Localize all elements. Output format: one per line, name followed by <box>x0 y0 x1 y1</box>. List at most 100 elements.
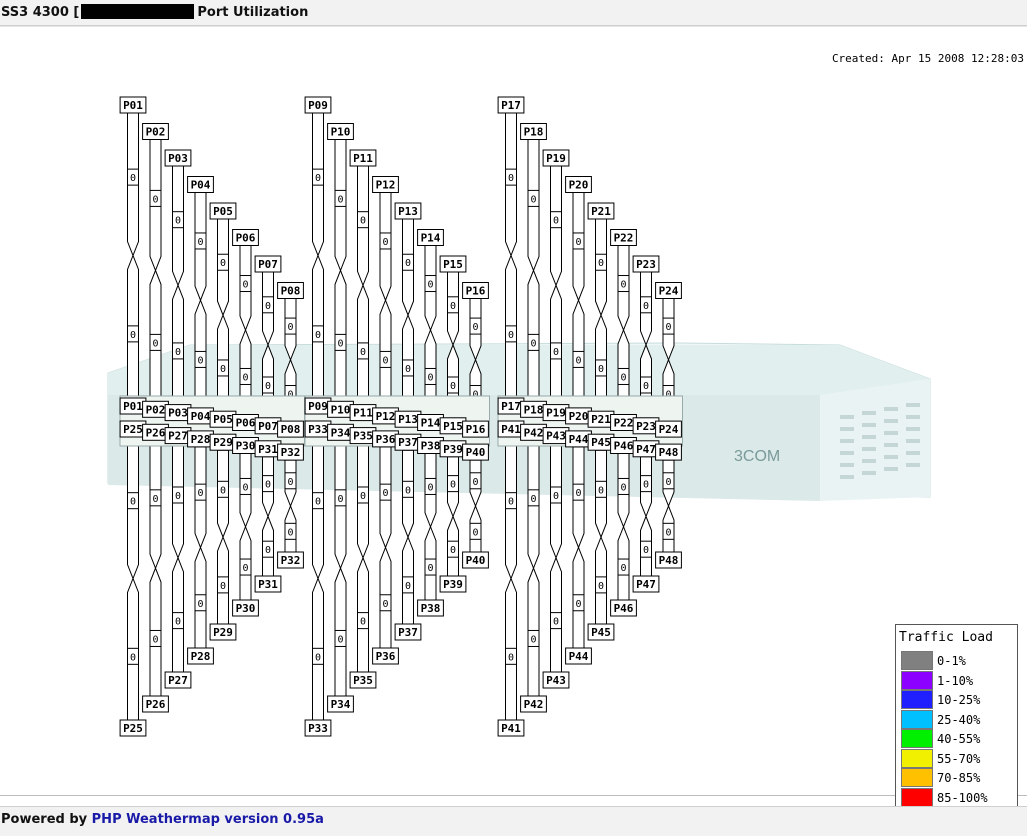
link-value: 0 <box>287 527 293 538</box>
legend-label: 85-100% <box>937 790 988 805</box>
port-node-label: P33 <box>308 423 328 436</box>
port-node-label: P39 <box>443 443 463 456</box>
port-node-label: P43 <box>546 430 566 443</box>
port-node-label: P38 <box>421 602 441 615</box>
legend-label: 70-85% <box>937 771 981 785</box>
legend-item: 85-100% <box>901 787 1013 807</box>
link-value: 0 <box>530 194 536 205</box>
link-value: 0 <box>242 280 248 291</box>
port-node-label: P05 <box>213 205 233 218</box>
footer: Powered by PHP Weathermap version 0.95a <box>0 806 1027 836</box>
link-value: 0 <box>553 347 559 358</box>
port-node-label: P09 <box>308 99 328 112</box>
port-node-label: P29 <box>213 436 233 449</box>
link-value: 0 <box>337 338 343 349</box>
link-value: 0 <box>265 301 271 312</box>
legend-title: Traffic Load <box>899 630 993 645</box>
link-value: 0 <box>665 477 671 488</box>
link-value: 0 <box>598 485 604 496</box>
link-value: 0 <box>360 617 366 628</box>
link-value: 0 <box>360 216 366 227</box>
port-node-label: P21 <box>591 413 611 426</box>
link-value: 0 <box>553 216 559 227</box>
legend-item: 0-1% <box>901 651 1013 670</box>
port-node-label: P36 <box>376 650 396 663</box>
port-node-label: P05 <box>213 413 233 426</box>
link-value: 0 <box>405 364 411 375</box>
link-value: 0 <box>360 347 366 358</box>
port-node-label: P33 <box>308 722 328 735</box>
link-value: 0 <box>130 652 136 663</box>
redacted-block <box>81 4 195 19</box>
port-node-label: P26 <box>146 698 166 711</box>
port-node-label: P11 <box>353 152 373 165</box>
legend-label: 55-70% <box>937 751 981 766</box>
port-node-label: P35 <box>353 674 373 687</box>
link-value: 0 <box>382 237 388 248</box>
port-node-label: P08 <box>281 423 301 436</box>
weathermap-link[interactable]: PHP Weathermap version 0.95a <box>92 812 324 827</box>
legend-swatch <box>901 729 933 748</box>
page-title-prefix: SS3 4300 [ <box>1 5 80 20</box>
legend-item: 40-55% <box>901 729 1013 748</box>
legend-item: 1-10% <box>901 670 1013 690</box>
legend-item: 10-25% <box>901 690 1013 709</box>
port-node-label: P41 <box>501 423 521 436</box>
port-node-label: P25 <box>123 423 143 436</box>
link-value: 0 <box>242 482 248 493</box>
port-node-label: P14 <box>421 417 441 430</box>
legend-label: 1-10% <box>937 673 974 688</box>
port-node-label: P13 <box>398 413 418 426</box>
port-node-label: P02 <box>146 403 166 416</box>
link-value: 0 <box>450 480 456 491</box>
port-node-label: P48 <box>659 554 679 567</box>
legend-label: 40-55% <box>937 732 981 746</box>
legend-swatch <box>901 768 933 787</box>
link-value: 0 <box>472 322 478 333</box>
link-value: 0 <box>382 355 388 366</box>
port-node-label: P47 <box>636 443 656 456</box>
port-node-label: P20 <box>569 410 589 423</box>
link-value: 0 <box>175 347 181 358</box>
port-node-label: P27 <box>168 674 188 687</box>
link-value: 0 <box>360 491 366 502</box>
link-value: 0 <box>508 652 514 663</box>
link-value: 0 <box>450 301 456 312</box>
link-value: 0 <box>620 563 626 574</box>
link-value: 0 <box>598 364 604 375</box>
weathermap-canvas: Created: Apr 15 2008 12:28:03 3COM 00000… <box>0 26 1027 810</box>
port-node-label: P44 <box>569 433 589 446</box>
link-value: 0 <box>620 482 626 493</box>
port-node-label: P34 <box>331 426 351 439</box>
link-value: 0 <box>152 634 158 645</box>
port-node-label: P40 <box>466 554 486 567</box>
port-node-label: P03 <box>168 407 188 420</box>
link-value: 0 <box>197 237 203 248</box>
port-node-label: P34 <box>331 698 351 711</box>
link-value: 0 <box>598 581 604 592</box>
link-value: 0 <box>575 488 581 499</box>
link-value: 0 <box>287 477 293 488</box>
link-value: 0 <box>265 545 271 556</box>
link-value: 0 <box>427 482 433 493</box>
port-node-label: P46 <box>614 602 634 615</box>
legend-item: 55-70% <box>901 748 1013 768</box>
port-node-label: P23 <box>636 420 656 433</box>
link-value: 0 <box>643 381 649 392</box>
port-node-label: P03 <box>168 152 188 165</box>
title-bar: SS3 4300 [Port Utilization <box>0 0 1027 26</box>
port-node-label: P15 <box>443 420 463 433</box>
port-node-label: P45 <box>591 626 611 639</box>
link-value: 0 <box>405 485 411 496</box>
legend-swatch <box>901 651 933 670</box>
port-node-label: P24 <box>659 285 679 298</box>
link-value: 0 <box>598 258 604 269</box>
link-value: 0 <box>197 355 203 366</box>
link-value: 0 <box>530 494 536 505</box>
legend-swatch <box>901 709 933 729</box>
port-node-label: P01 <box>123 99 143 112</box>
link-value: 0 <box>220 581 226 592</box>
link-value: 0 <box>287 322 293 333</box>
link-value: 0 <box>553 491 559 502</box>
port-node-label: P19 <box>546 152 566 165</box>
